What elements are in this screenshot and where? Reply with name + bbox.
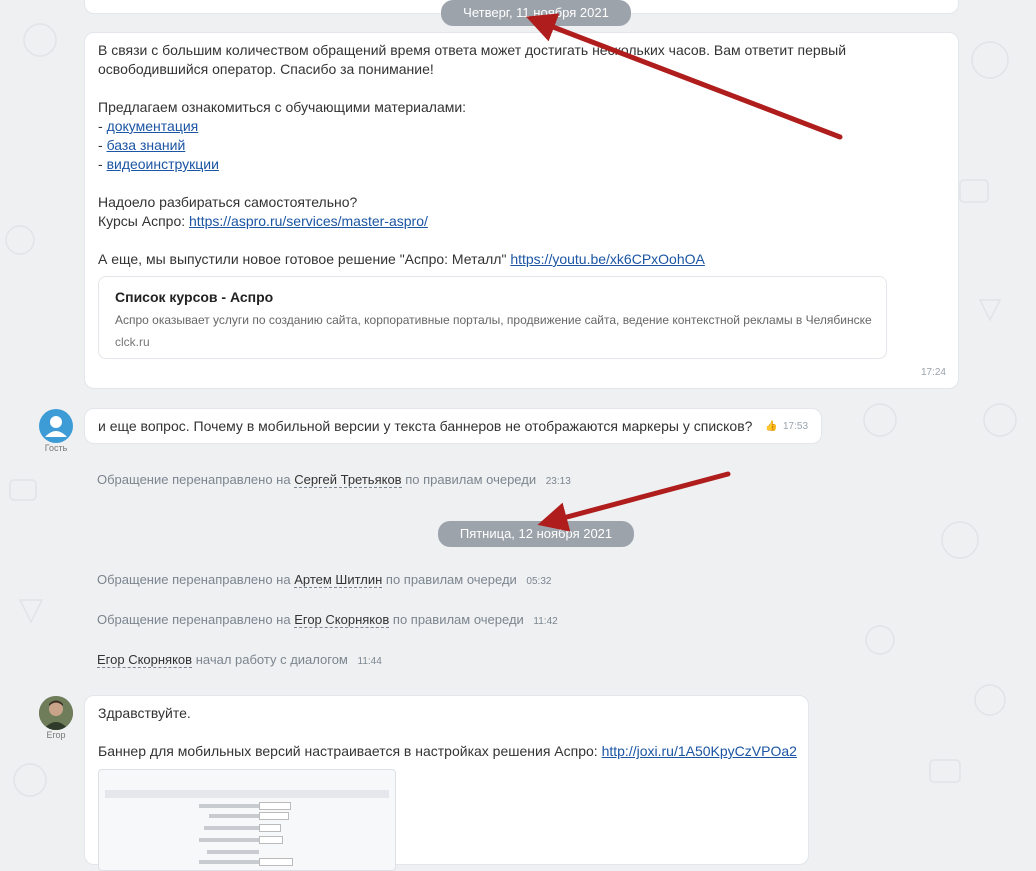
annotation-arrow bbox=[525, 13, 843, 140]
annotation-arrow bbox=[537, 471, 731, 532]
annotation-arrows bbox=[525, 13, 843, 532]
